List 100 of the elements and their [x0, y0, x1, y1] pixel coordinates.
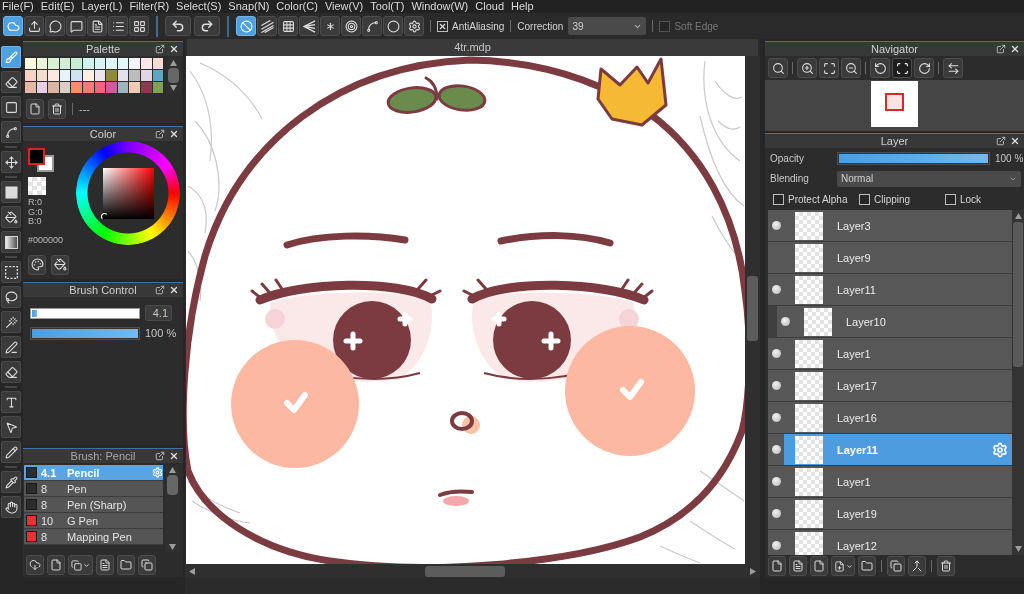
- move-tool[interactable]: [1, 151, 21, 173]
- rotate-right-button[interactable]: [914, 58, 934, 78]
- lasso-tool[interactable]: [1, 286, 21, 308]
- visibility-dot-icon[interactable]: [771, 381, 781, 390]
- chat-button[interactable]: [45, 16, 65, 36]
- palette-swatch-icon[interactable]: [25, 82, 36, 93]
- redo-button[interactable]: [194, 16, 220, 36]
- palette-swatch-icon[interactable]: [48, 70, 59, 81]
- concentric-snap-button[interactable]: [341, 16, 361, 36]
- palette-swatch-icon[interactable]: [36, 82, 48, 93]
- duplicate-button[interactable]: [138, 555, 156, 575]
- palette-swatch-icon[interactable]: [48, 58, 59, 69]
- layer-row[interactable]: Layer1: [768, 338, 1012, 370]
- scroll-up-icon[interactable]: [170, 60, 177, 66]
- pencil-tool[interactable]: [1, 441, 21, 463]
- scroll-thumb[interactable]: [747, 276, 758, 341]
- settings-icon[interactable]: [992, 441, 1008, 458]
- menu-item[interactable]: Snap(N): [228, 0, 270, 13]
- select-tool[interactable]: [1, 261, 21, 283]
- layer-row[interactable]: Layer11: [768, 274, 1012, 306]
- eraser-tool[interactable]: [1, 71, 21, 93]
- actual-size-button[interactable]: [768, 58, 788, 78]
- palette-swatch-icon[interactable]: [140, 82, 152, 93]
- layer-option-checkbox[interactable]: [773, 193, 784, 205]
- layer-option-checkbox[interactable]: [859, 193, 870, 205]
- comment-button[interactable]: [66, 16, 86, 36]
- brush-row[interactable]: 8 Pen: [24, 481, 163, 497]
- palette-swatch-icon[interactable]: [152, 70, 163, 81]
- duplicate-layer-button[interactable]: [887, 556, 905, 576]
- palette-swatch-icon[interactable]: [82, 58, 94, 69]
- palette-swatch-icon[interactable]: [94, 58, 106, 69]
- palette-swatch-icon[interactable]: [36, 70, 48, 81]
- close-icon[interactable]: [169, 285, 179, 295]
- visibility-dot-icon[interactable]: [771, 349, 781, 358]
- scroll-right-icon[interactable]: [750, 567, 756, 575]
- scroll-thumb[interactable]: [168, 68, 179, 83]
- perspective-snap-button[interactable]: [299, 16, 319, 36]
- close-icon[interactable]: [1010, 44, 1020, 54]
- visibility-dot-icon[interactable]: [771, 509, 781, 518]
- rotate-left-button[interactable]: [870, 58, 890, 78]
- palette-swatch-icon[interactable]: [129, 70, 140, 81]
- curve-snap-button[interactable]: [362, 16, 382, 36]
- menu-item[interactable]: Tool(T): [370, 0, 405, 13]
- curve-tool[interactable]: [1, 121, 21, 143]
- scroll-left-icon[interactable]: [189, 567, 195, 575]
- settings-icon[interactable]: [152, 467, 163, 478]
- undo-button[interactable]: [165, 16, 191, 36]
- popout-icon[interactable]: [155, 44, 165, 54]
- scroll-down-icon[interactable]: [170, 85, 177, 91]
- visibility-dot-icon[interactable]: [771, 445, 781, 454]
- brush-row[interactable]: 8 Mapping Pen: [24, 529, 163, 545]
- scroll-down-icon[interactable]: [169, 544, 176, 550]
- cloud-brush-button[interactable]: [26, 555, 44, 575]
- scroll-thumb[interactable]: [167, 475, 178, 495]
- visibility-dot-icon[interactable]: [771, 413, 781, 422]
- palette-swatch-icon[interactable]: [71, 70, 82, 81]
- scroll-down-icon[interactable]: [1014, 546, 1022, 552]
- palette-swatch-icon[interactable]: [25, 58, 36, 69]
- popout-icon[interactable]: [996, 44, 1006, 54]
- new-8bit-layer-button[interactable]: [789, 556, 807, 576]
- folder-button[interactable]: [117, 555, 135, 575]
- menu-item[interactable]: Help: [511, 0, 534, 13]
- palette-swatch-icon[interactable]: [117, 58, 129, 69]
- scroll-thumb[interactable]: [1013, 222, 1023, 367]
- export-button[interactable]: [24, 16, 44, 36]
- square-tool[interactable]: [1, 96, 21, 118]
- palette-swatch-icon[interactable]: [71, 82, 82, 93]
- blending-dropdown[interactable]: Normal: [837, 170, 1021, 187]
- hand-tool[interactable]: [1, 496, 21, 518]
- popout-icon[interactable]: [155, 451, 165, 461]
- fill-rect-tool[interactable]: [1, 181, 21, 203]
- palette-swatch-icon[interactable]: [94, 82, 106, 93]
- popout-icon[interactable]: [155, 129, 165, 139]
- layer-row[interactable]: Layer10: [768, 306, 1012, 338]
- eyedropper-tool[interactable]: [1, 471, 21, 493]
- palette-swatch-icon[interactable]: [82, 82, 94, 93]
- reset-view-button[interactable]: [892, 58, 912, 78]
- add-brush-dropdown[interactable]: [68, 555, 93, 575]
- scroll-thumb[interactable]: [425, 565, 505, 577]
- scroll-up-icon[interactable]: [1014, 213, 1022, 219]
- palette-swatch-icon[interactable]: [140, 58, 152, 69]
- delete-layer-button[interactable]: [937, 556, 955, 576]
- transparent-swatch-icon[interactable]: [28, 177, 46, 195]
- menu-item[interactable]: Layer(L): [81, 0, 123, 13]
- close-icon[interactable]: [169, 451, 179, 461]
- palette-swatch-icon[interactable]: [36, 58, 48, 69]
- new-brush-button[interactable]: [47, 555, 65, 575]
- palette-swatch-icon[interactable]: [106, 58, 117, 69]
- view-frame[interactable]: [885, 93, 904, 111]
- fit-button[interactable]: [819, 58, 839, 78]
- layer-row[interactable]: Layer12: [768, 530, 1012, 555]
- scroll-up-icon[interactable]: [169, 467, 176, 473]
- menu-item[interactable]: Color(C): [276, 0, 318, 13]
- layer-option-checkbox[interactable]: [945, 193, 956, 205]
- grid-snap-button[interactable]: [278, 16, 298, 36]
- palette-swatch-icon[interactable]: [152, 82, 163, 93]
- layer-row[interactable]: Layer17: [768, 370, 1012, 402]
- close-icon[interactable]: [1010, 136, 1020, 146]
- circle-snap-button[interactable]: [383, 16, 403, 36]
- visibility-dot-icon[interactable]: [771, 221, 781, 230]
